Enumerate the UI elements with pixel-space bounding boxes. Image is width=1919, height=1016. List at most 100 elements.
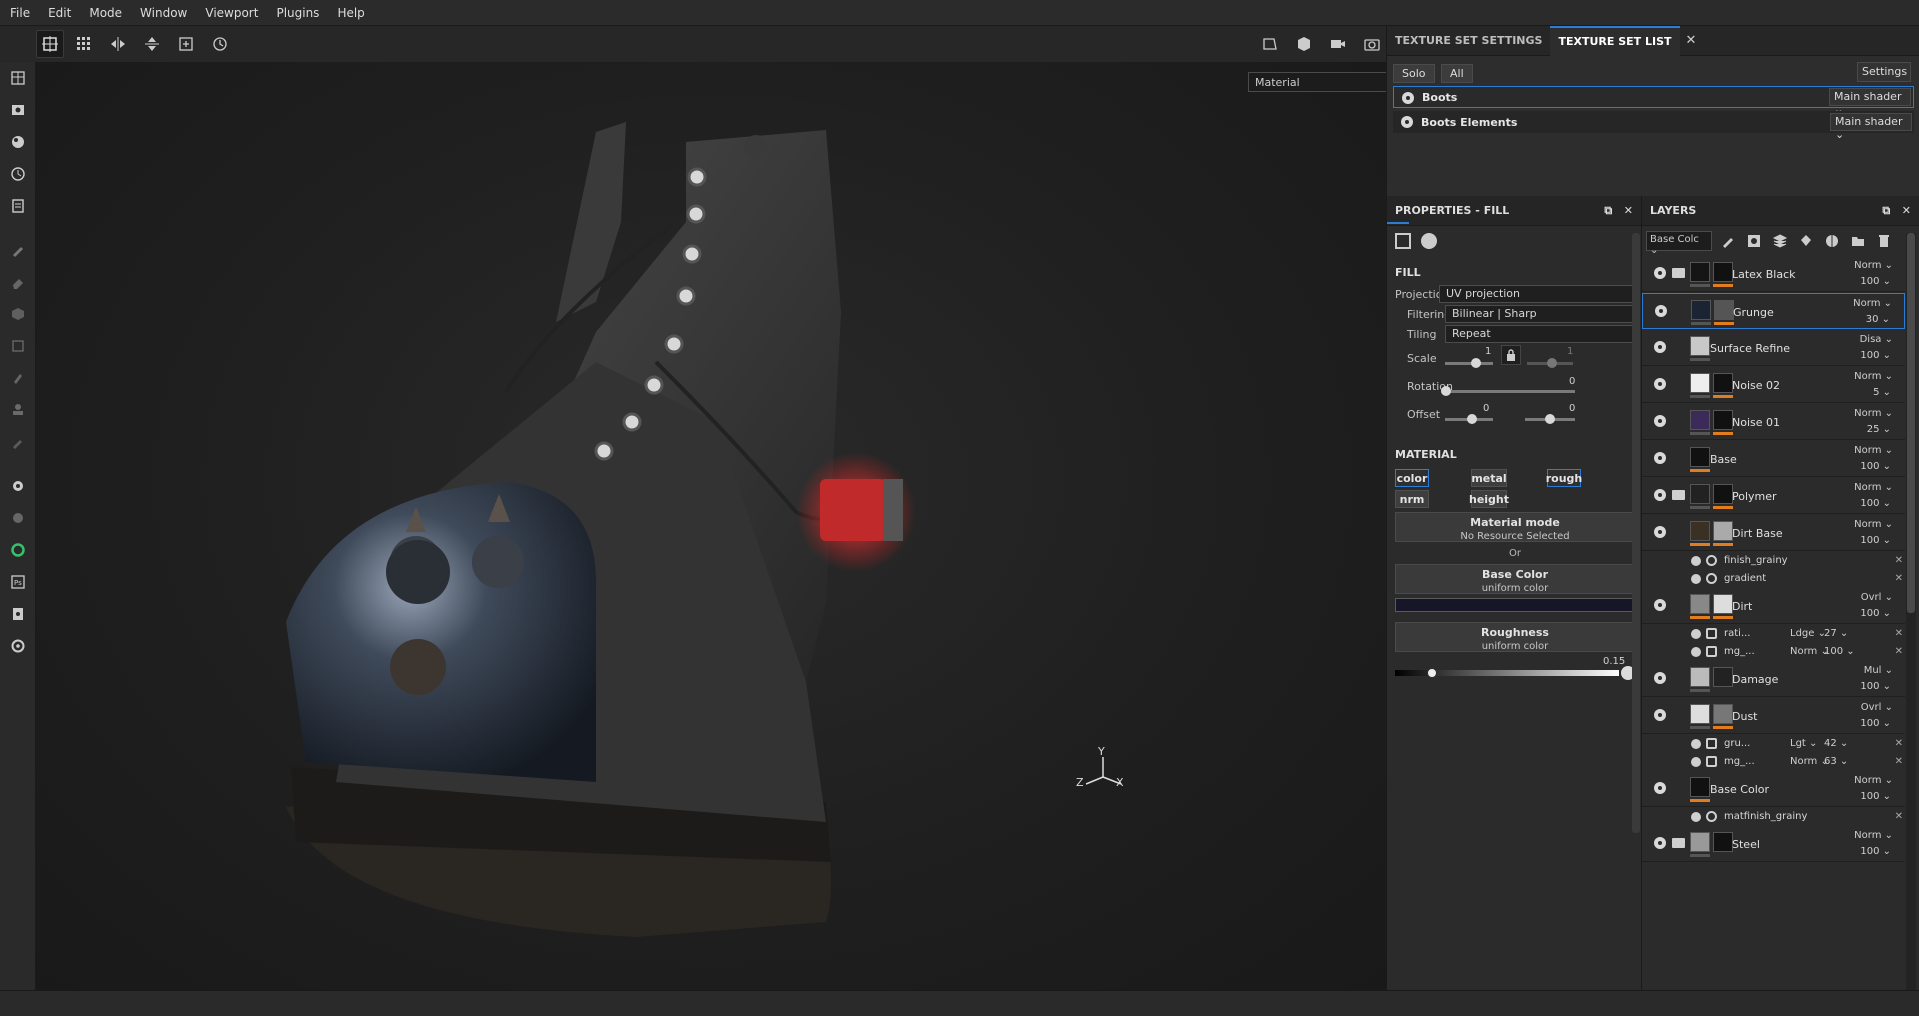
opacity-value[interactable]: 100 ⌄ — [1860, 608, 1891, 619]
texture-set-row[interactable]: Boots Main shader ⌄ — [1393, 86, 1914, 116]
rotation-slider-knob[interactable] — [1441, 386, 1451, 396]
channel-rough-toggle[interactable]: rough — [1546, 469, 1582, 487]
add-effect-button[interactable] — [1718, 231, 1738, 251]
scale-slider-knob[interactable] — [1471, 358, 1481, 368]
roughness-slider-knob[interactable] — [1427, 668, 1437, 678]
material-tab-icon[interactable] — [1421, 233, 1437, 249]
layer-row[interactable]: Dirt Ovrl ⌄ 100 ⌄ — [1642, 588, 1905, 624]
blend-mode-select[interactable]: Ovrl ⌄ — [1861, 702, 1893, 713]
history-panel-button[interactable] — [0, 158, 36, 190]
layers-scrollbar[interactable] — [1906, 233, 1916, 990]
add-folder-button[interactable] — [1848, 231, 1868, 251]
export-button[interactable] — [0, 598, 36, 630]
log-button[interactable] — [0, 190, 36, 222]
visibility-icon[interactable] — [1654, 782, 1666, 794]
blend-mode-select[interactable]: Norm ⌄ — [1854, 775, 1893, 786]
blend-mode-select[interactable]: Norm ⌄ — [1853, 298, 1892, 309]
blend-mode-select[interactable]: Norm ⌄ — [1854, 445, 1893, 456]
channel-color-toggle[interactable]: color — [1395, 469, 1429, 487]
visibility-icon[interactable] — [1402, 92, 1414, 104]
blend-mode-select[interactable]: Norm ⌄ — [1854, 371, 1893, 382]
layer-row[interactable]: Noise 02 Norm ⌄ 5 ⌄ — [1642, 367, 1905, 403]
close-icon[interactable]: ✕ — [1895, 811, 1903, 822]
base-color-slot[interactable]: Base Color uniform color — [1395, 564, 1635, 594]
blend-mode-select[interactable]: Norm ⌄ — [1854, 830, 1893, 841]
layout-button[interactable] — [0, 62, 36, 94]
visibility-icon[interactable] — [1691, 647, 1701, 657]
settings-dropdown[interactable]: Settings — [1857, 62, 1911, 82]
layer-row[interactable]: Damage Mul ⌄ 100 ⌄ — [1642, 661, 1905, 697]
close-icon[interactable]: ✕ — [1895, 738, 1903, 749]
solo-button[interactable]: Solo — [1393, 64, 1435, 83]
properties-scrollbar[interactable] — [1632, 233, 1640, 833]
offset-u-slider-knob[interactable] — [1467, 414, 1477, 424]
smudge-tool-button[interactable] — [0, 362, 36, 394]
layer-row[interactable]: Surface Refine Disa ⌄ 100 ⌄ — [1642, 330, 1905, 366]
add-frame-button[interactable] — [172, 30, 200, 58]
opacity-value[interactable]: 30 ⌄ — [1866, 314, 1890, 325]
effect-row[interactable]: gru... Lgt ⌄ 42 ⌄ ✕ — [1642, 735, 1905, 753]
shader-select[interactable]: Main shader ⌄ — [1829, 88, 1911, 116]
visibility-icon[interactable] — [1654, 267, 1666, 279]
visibility-icon[interactable] — [1655, 305, 1667, 317]
layer-row[interactable]: Polymer Norm ⌄ 100 ⌄ — [1642, 478, 1905, 514]
settings-button[interactable] — [0, 630, 36, 662]
opacity-value[interactable]: 100 ⌄ — [1860, 350, 1891, 361]
menu-window[interactable]: Window — [131, 6, 196, 20]
filtering-select[interactable]: Bilinear | Sharp — [1445, 305, 1635, 323]
visibility-icon[interactable] — [1691, 629, 1701, 639]
picker-tool-button[interactable] — [0, 426, 36, 458]
channel-height-toggle[interactable]: height — [1469, 490, 1509, 508]
effect-blend-select[interactable]: Lgt ⌄ — [1790, 738, 1817, 749]
texture-set-row[interactable]: Boots Elements Main shader ⌄ — [1393, 111, 1914, 141]
blend-mode-select[interactable]: Ovrl ⌄ — [1861, 592, 1893, 603]
scale-slider-2-knob[interactable] — [1547, 358, 1557, 368]
layer-row[interactable]: Grunge Norm ⌄ 30 ⌄ — [1642, 293, 1905, 329]
screenshot-button[interactable] — [1358, 30, 1386, 58]
close-icon[interactable]: ✕ — [1895, 628, 1903, 639]
iray-button[interactable] — [0, 534, 36, 566]
menu-mode[interactable]: Mode — [80, 6, 131, 20]
opacity-value[interactable]: 100 ⌄ — [1860, 498, 1891, 509]
effect-row[interactable]: gradient ✕ — [1642, 570, 1905, 588]
all-button[interactable]: All — [1441, 64, 1473, 83]
effect-row[interactable]: matfinish_grainy ✕ — [1642, 808, 1905, 826]
camera-2d-button[interactable] — [1256, 30, 1284, 58]
add-layer-button[interactable] — [1770, 231, 1790, 251]
visibility-icon[interactable] — [1654, 489, 1666, 501]
projection-select[interactable]: UV projection — [1439, 285, 1635, 303]
layer-row[interactable]: Base Norm ⌄ 100 ⌄ — [1642, 441, 1905, 477]
menu-file[interactable]: File — [0, 6, 39, 20]
visibility-icon[interactable] — [1654, 837, 1666, 849]
tab-texture-set-list[interactable]: TEXTURE SET LIST — [1550, 25, 1680, 56]
visibility-icon[interactable] — [1654, 672, 1666, 684]
scale-slider[interactable] — [1445, 362, 1493, 365]
opacity-value[interactable]: 100 ⌄ — [1860, 461, 1891, 472]
channel-nrm-toggle[interactable]: nrm — [1395, 490, 1429, 508]
blend-mode-select[interactable]: Disa ⌄ — [1860, 334, 1893, 345]
rotation-slider[interactable] — [1445, 390, 1575, 393]
layer-row[interactable]: Latex Black Norm ⌄ 100 ⌄ — [1642, 256, 1905, 292]
layer-row[interactable]: Dust Ovrl ⌄ 100 ⌄ — [1642, 698, 1905, 734]
effect-row[interactable]: mg_... Norm ⌄ 100 ⌄ ✕ — [1642, 643, 1905, 661]
channel-select[interactable]: Base Colc ⌄ — [1646, 231, 1712, 256]
roughness-slot[interactable]: Roughness uniform color — [1395, 622, 1635, 652]
blend-mode-select[interactable]: Norm ⌄ — [1854, 482, 1893, 493]
add-fill-layer-button[interactable] — [1796, 231, 1816, 251]
folder-icon[interactable] — [1672, 838, 1685, 848]
effect-opacity[interactable]: 100 ⌄ — [1824, 646, 1855, 657]
projection-tool-button[interactable] — [0, 298, 36, 330]
visibility-icon[interactable] — [1691, 812, 1701, 822]
layer-row[interactable]: Noise 01 Norm ⌄ 25 ⌄ — [1642, 404, 1905, 440]
offset-v-slider-knob[interactable] — [1545, 414, 1555, 424]
history-button[interactable] — [206, 30, 234, 58]
bake-button[interactable] — [0, 470, 36, 502]
visibility-icon[interactable] — [1654, 415, 1666, 427]
opacity-value[interactable]: 100 ⌄ — [1860, 718, 1891, 729]
opacity-value[interactable]: 25 ⌄ — [1867, 424, 1891, 435]
effect-opacity[interactable]: 27 ⌄ — [1824, 628, 1848, 639]
scale-lock-button[interactable] — [1501, 345, 1521, 365]
visibility-icon[interactable] — [1654, 341, 1666, 353]
layer-row[interactable]: Dirt Base Norm ⌄ 100 ⌄ — [1642, 515, 1905, 551]
camera-3d-button[interactable] — [1290, 30, 1318, 58]
